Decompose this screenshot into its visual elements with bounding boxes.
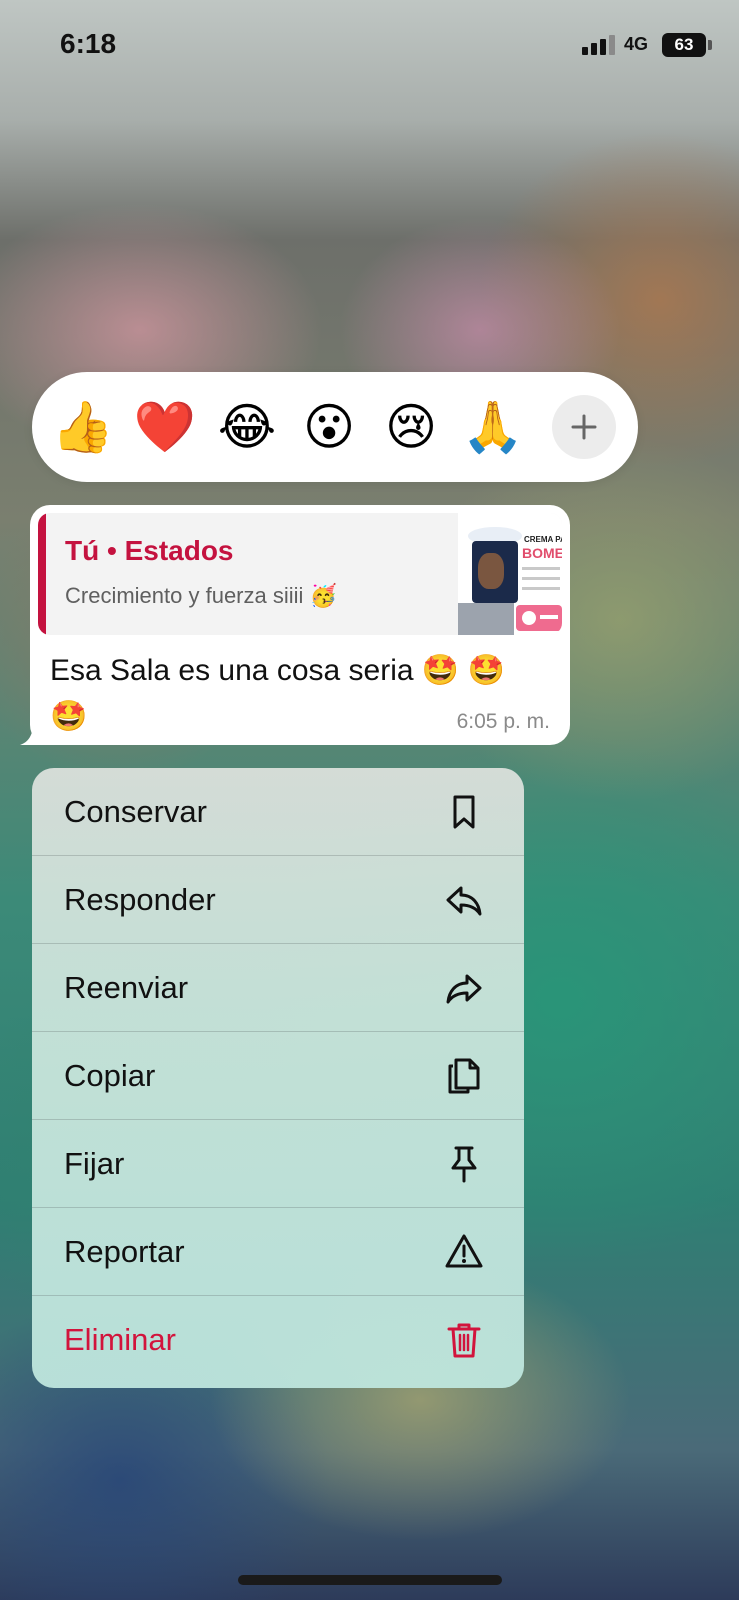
menu-item-responder[interactable]: Responder [32, 856, 524, 944]
cellular-signal-icon [582, 35, 616, 55]
trash-icon [447, 1323, 481, 1358]
reaction-folded-hands[interactable]: 🙏 [460, 394, 526, 460]
pin-icon [451, 1146, 477, 1183]
menu-item-label: Responder [64, 882, 216, 917]
thumbnail-social-badge [516, 605, 562, 631]
reaction-crying[interactable]: 😢 [378, 394, 444, 460]
forward-icon [446, 974, 482, 1004]
thumbnail-heading-small: CREMA PARA [524, 535, 562, 544]
menu-item-copiar[interactable]: Copiar [32, 1032, 524, 1120]
reaction-surprised[interactable]: 😮 [296, 394, 362, 460]
menu-item-reenviar[interactable]: Reenviar [32, 944, 524, 1032]
message-bubble[interactable]: Tú • Estados Crecimiento y fuerza siiii … [30, 505, 570, 745]
reaction-heart[interactable]: ❤️ [132, 394, 198, 460]
add-reaction-button[interactable] [552, 395, 616, 459]
message-timestamp: 6:05 p. m. [456, 710, 550, 733]
star-struck-emoji: 🤩 [50, 699, 88, 734]
thumbnail-text-line [522, 577, 560, 580]
thumbnail-text-line [522, 567, 560, 570]
thumbnail-heading: BOME [522, 545, 562, 561]
status-bar: 6:18 4G 63 [0, 0, 739, 90]
status-time: 6:18 [60, 28, 117, 59]
message-text: Esa Sala es una cosa seria 🤩 🤩 🤩 [50, 648, 520, 740]
quote-text: Crecimiento y fuerza siiii 🥳 [65, 583, 337, 609]
thumbnail-portrait [478, 553, 504, 589]
menu-item-label: Fijar [64, 1146, 125, 1181]
home-indicator[interactable] [238, 1575, 502, 1585]
reaction-thumbs-up[interactable]: 👍 [50, 394, 116, 460]
reaction-laughing[interactable]: 😂 [214, 394, 280, 460]
message-text-content: Esa Sala es una cosa seria [50, 654, 414, 687]
quote-author: Tú • Estados [65, 535, 234, 566]
plus-icon [571, 414, 597, 440]
thumbnail-base [458, 603, 514, 635]
menu-item-reportar[interactable]: Reportar [32, 1208, 524, 1296]
menu-item-eliminar[interactable]: Eliminar [32, 1296, 524, 1384]
menu-item-fijar[interactable]: Fijar [32, 1120, 524, 1208]
reply-icon [446, 886, 482, 916]
menu-item-conservar[interactable]: Conservar [32, 768, 524, 856]
thumbnail-text-line [522, 587, 560, 590]
battery-icon: 63 [662, 33, 706, 57]
menu-item-label: Conservar [64, 794, 207, 829]
star-struck-emoji: 🤩 [467, 653, 505, 688]
menu-item-label: Reportar [64, 1234, 185, 1269]
bookmark-icon [453, 795, 475, 829]
menu-item-label: Reenviar [64, 970, 189, 1005]
partying-face-emoji: 🥳 [309, 584, 337, 609]
warning-icon [445, 1234, 483, 1268]
status-thumbnail: CREMA PARA BOME [458, 513, 562, 635]
battery-tip [708, 40, 712, 50]
menu-item-label: Eliminar [64, 1322, 176, 1357]
star-struck-emoji: 🤩 [421, 653, 460, 688]
menu-item-label: Copiar [64, 1058, 156, 1093]
copy-icon [448, 1058, 480, 1094]
quote-text-content: Crecimiento y fuerza siiii [65, 583, 304, 608]
message-context-menu: Conservar Responder Reenviar Copiar Fija… [32, 768, 524, 1388]
quoted-status[interactable]: Tú • Estados Crecimiento y fuerza siiii … [38, 513, 562, 635]
quote-accent-bar [38, 513, 46, 635]
reaction-bar: 👍 ❤️ 😂 😮 😢 🙏 [32, 372, 638, 482]
network-type: 4G [624, 34, 649, 54]
